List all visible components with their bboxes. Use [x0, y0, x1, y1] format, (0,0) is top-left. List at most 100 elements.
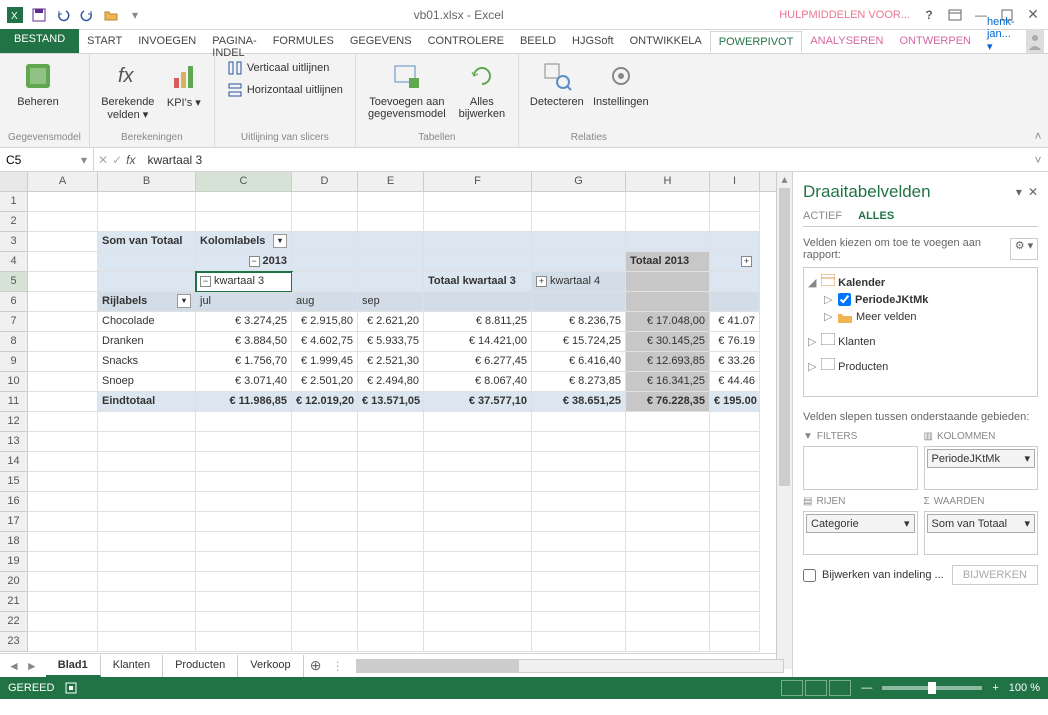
- cell[interactable]: +: [710, 252, 760, 272]
- cell[interactable]: [424, 592, 532, 612]
- select-all-corner[interactable]: [0, 172, 28, 191]
- cell[interactable]: [710, 452, 760, 472]
- fx-insert-icon[interactable]: fx: [126, 153, 135, 167]
- taskpane-layout-gear-icon[interactable]: ⚙ ▾: [1010, 238, 1038, 260]
- cell[interactable]: [424, 492, 532, 512]
- sheet-tab-klanten[interactable]: Klanten: [101, 655, 163, 677]
- cell[interactable]: [98, 532, 196, 552]
- cell[interactable]: [710, 292, 760, 312]
- horizontaal-uitlijnen-button[interactable]: Horizontaal uitlijnen: [223, 80, 347, 100]
- cell[interactable]: [710, 212, 760, 232]
- sheet-nav-prev-icon[interactable]: ◄: [6, 659, 22, 673]
- cell[interactable]: [28, 232, 98, 252]
- cell[interactable]: € 5.933,75: [358, 332, 424, 352]
- toevoegen-gegevensmodel-button[interactable]: Toevoegen aan gegevensmodel: [364, 58, 450, 120]
- kpi-button[interactable]: KPI's ▾: [162, 58, 206, 109]
- user-name[interactable]: henk-jan... ▾: [979, 16, 1026, 53]
- cell[interactable]: [28, 312, 98, 332]
- cell[interactable]: [710, 572, 760, 592]
- cell[interactable]: Chocolade: [98, 312, 196, 332]
- cell[interactable]: [28, 432, 98, 452]
- beheren-button[interactable]: Beheren: [8, 58, 68, 108]
- cell[interactable]: [196, 512, 292, 532]
- cell[interactable]: [626, 272, 710, 292]
- cell[interactable]: [28, 512, 98, 532]
- row-header[interactable]: 19: [0, 552, 28, 572]
- horizontal-scrollbar[interactable]: [356, 659, 784, 673]
- cell[interactable]: [292, 432, 358, 452]
- cell[interactable]: € 3.274,25: [196, 312, 292, 332]
- row-header[interactable]: 4: [0, 252, 28, 272]
- cell[interactable]: € 38.651,25: [532, 392, 626, 412]
- cell[interactable]: [626, 512, 710, 532]
- defer-layout-checkbox[interactable]: [803, 569, 816, 582]
- cell[interactable]: [424, 292, 532, 312]
- column-header-C[interactable]: C: [196, 172, 292, 191]
- cell[interactable]: € 13.571,05: [358, 392, 424, 412]
- selected-cell[interactable]: −kwartaal 3: [196, 272, 292, 292]
- excel-logo-icon[interactable]: X: [4, 4, 26, 26]
- cell[interactable]: [626, 552, 710, 572]
- cell[interactable]: [358, 232, 424, 252]
- expand-meervelden-icon[interactable]: ▷: [824, 310, 834, 323]
- cell[interactable]: [358, 512, 424, 532]
- field-periode-checkbox[interactable]: [838, 293, 851, 306]
- cell[interactable]: [196, 192, 292, 212]
- add-sheet-button[interactable]: ⊕: [304, 657, 328, 674]
- cell[interactable]: [532, 572, 626, 592]
- tab-invoegen[interactable]: INVOEGEN: [130, 31, 204, 53]
- cell[interactable]: [626, 232, 710, 252]
- cell[interactable]: [424, 212, 532, 232]
- cell[interactable]: [626, 572, 710, 592]
- tab-formules[interactable]: FORMULES: [265, 31, 342, 53]
- row-header[interactable]: 15: [0, 472, 28, 492]
- cell[interactable]: [424, 472, 532, 492]
- tab-pagina-indeling[interactable]: PAGINA-INDEL: [204, 31, 264, 53]
- cell[interactable]: [28, 292, 98, 312]
- cell[interactable]: [292, 532, 358, 552]
- area-kolommen-box[interactable]: PeriodeJKtMk▾: [924, 446, 1039, 490]
- cell[interactable]: [98, 472, 196, 492]
- cell[interactable]: [626, 212, 710, 232]
- cell[interactable]: [292, 452, 358, 472]
- cell[interactable]: [98, 492, 196, 512]
- cell[interactable]: € 41.07: [710, 312, 760, 332]
- cell[interactable]: [710, 632, 760, 652]
- cell[interactable]: [532, 612, 626, 632]
- cell[interactable]: [626, 632, 710, 652]
- area-waarden-box[interactable]: Som van Totaal▾: [924, 511, 1039, 555]
- zoom-in-icon[interactable]: +: [992, 682, 998, 694]
- area-filters-box[interactable]: [803, 446, 918, 490]
- cell[interactable]: [28, 392, 98, 412]
- row-header[interactable]: 17: [0, 512, 28, 532]
- taskpane-close-icon[interactable]: ✕: [1028, 185, 1038, 199]
- row-header[interactable]: 9: [0, 352, 28, 372]
- cell[interactable]: [28, 192, 98, 212]
- cell[interactable]: [98, 512, 196, 532]
- cell[interactable]: [358, 412, 424, 432]
- cell[interactable]: −2013: [196, 252, 292, 272]
- redo-icon[interactable]: [76, 4, 98, 26]
- cell[interactable]: [292, 252, 358, 272]
- cell[interactable]: [196, 612, 292, 632]
- cell[interactable]: [626, 412, 710, 432]
- cell[interactable]: € 6.416,40: [532, 352, 626, 372]
- cell[interactable]: [196, 492, 292, 512]
- cell[interactable]: sep: [358, 292, 424, 312]
- cell[interactable]: [196, 572, 292, 592]
- row-header[interactable]: 12: [0, 412, 28, 432]
- cell[interactable]: [626, 612, 710, 632]
- cell[interactable]: [196, 472, 292, 492]
- expand-formula-bar-icon[interactable]: ˅: [1028, 153, 1048, 167]
- cell[interactable]: [98, 192, 196, 212]
- file-tab[interactable]: BESTAND: [0, 29, 79, 53]
- cell[interactable]: Eindtotaal: [98, 392, 196, 412]
- cell[interactable]: € 37.577,10: [424, 392, 532, 412]
- cell[interactable]: [532, 512, 626, 532]
- column-header-E[interactable]: E: [358, 172, 424, 191]
- verticaal-uitlijnen-button[interactable]: Verticaal uitlijnen: [223, 58, 347, 78]
- row-header[interactable]: 20: [0, 572, 28, 592]
- cell[interactable]: € 12.693,85: [626, 352, 710, 372]
- cell[interactable]: [626, 452, 710, 472]
- cell[interactable]: Snacks: [98, 352, 196, 372]
